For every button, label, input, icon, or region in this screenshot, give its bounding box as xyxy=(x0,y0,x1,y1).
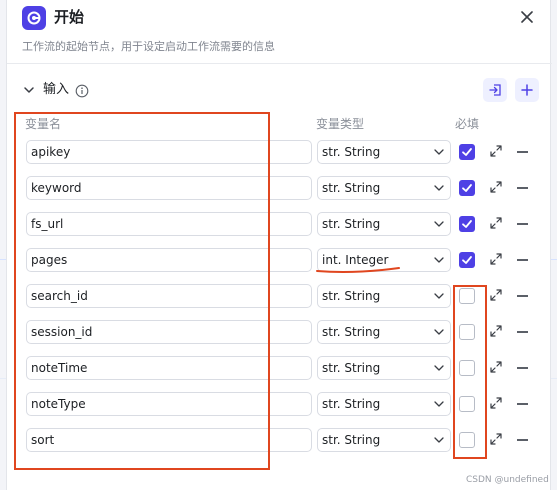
chevron-down-icon xyxy=(434,437,444,443)
annotation-underline xyxy=(316,267,400,273)
expand-icon[interactable] xyxy=(489,396,503,410)
import-variables-button[interactable] xyxy=(483,78,507,102)
remove-variable-button[interactable] xyxy=(517,331,528,333)
chevron-down-icon xyxy=(434,185,444,191)
required-checkbox[interactable] xyxy=(459,252,475,268)
watermark: CSDN @undefined xyxy=(466,475,549,485)
inputs-section-label: 输入 xyxy=(43,82,70,97)
expand-icon[interactable] xyxy=(489,144,503,158)
column-header-type: 变量类型 xyxy=(316,117,365,131)
expand-icon[interactable] xyxy=(489,288,503,302)
remove-variable-button[interactable] xyxy=(517,439,528,441)
import-icon xyxy=(489,84,501,96)
inputs-section-header: 输入 xyxy=(7,78,552,102)
variable-type-value: str. String xyxy=(322,361,381,375)
variable-type-value: str. String xyxy=(322,145,381,159)
expand-icon[interactable] xyxy=(489,360,503,374)
panel-description: 工作流的起始节点，用于设定启动工作流需要的信息 xyxy=(22,40,275,53)
chevron-down-icon xyxy=(434,293,444,299)
required-checkbox[interactable] xyxy=(459,216,475,232)
divider xyxy=(7,63,552,64)
expand-icon[interactable] xyxy=(489,252,503,266)
chevron-down-icon xyxy=(434,257,444,263)
chevron-down-icon xyxy=(434,221,444,227)
chevron-down-icon xyxy=(434,329,444,335)
annotation-box-required xyxy=(453,285,487,459)
remove-variable-button[interactable] xyxy=(517,259,528,261)
close-icon[interactable] xyxy=(517,7,537,27)
start-node-icon xyxy=(22,6,46,30)
checkmark-icon xyxy=(462,220,472,228)
variable-type-value: str. String xyxy=(322,397,381,411)
variable-type-select[interactable]: str. String xyxy=(317,176,451,200)
required-checkbox[interactable] xyxy=(459,144,475,160)
chevron-down-icon xyxy=(434,149,444,155)
remove-variable-button[interactable] xyxy=(517,151,528,153)
variable-type-select[interactable]: str. String xyxy=(317,392,451,416)
remove-variable-button[interactable] xyxy=(517,187,528,189)
variable-type-select[interactable]: str. String xyxy=(317,140,451,164)
expand-icon[interactable] xyxy=(489,432,503,446)
checkmark-icon xyxy=(462,256,472,264)
column-header-required: 必填 xyxy=(455,117,480,131)
variable-type-value: str. String xyxy=(322,289,381,303)
variable-type-value: str. String xyxy=(322,325,381,339)
plus-icon xyxy=(521,84,533,96)
variable-type-value: int. Integer xyxy=(322,253,389,267)
variable-type-select[interactable]: str. String xyxy=(317,356,451,380)
expand-icon[interactable] xyxy=(489,324,503,338)
chevron-down-icon[interactable] xyxy=(21,82,37,98)
expand-icon[interactable] xyxy=(489,180,503,194)
annotation-box-names xyxy=(14,112,270,470)
checkmark-icon xyxy=(462,184,472,192)
checkmark-icon xyxy=(462,148,472,156)
required-checkbox[interactable] xyxy=(459,180,475,196)
start-node-panel: 开始 工作流的起始节点，用于设定启动工作流需要的信息 输入 变量名 变量类型 必… xyxy=(6,0,552,490)
remove-variable-button[interactable] xyxy=(517,403,528,405)
variable-type-select[interactable]: str. String xyxy=(317,284,451,308)
chevron-down-icon xyxy=(434,401,444,407)
variable-type-select[interactable]: str. String xyxy=(317,428,451,452)
remove-variable-button[interactable] xyxy=(517,223,528,225)
chevron-down-icon xyxy=(434,365,444,371)
variable-type-value: str. String xyxy=(322,181,381,195)
variable-type-value: str. String xyxy=(322,433,381,447)
remove-variable-button[interactable] xyxy=(517,367,528,369)
variable-type-value: str. String xyxy=(322,217,381,231)
panel-header: 开始 xyxy=(7,0,552,36)
panel-title: 开始 xyxy=(54,8,85,26)
variable-type-select[interactable]: str. String xyxy=(317,320,451,344)
variable-type-select[interactable]: str. String xyxy=(317,212,451,236)
info-icon[interactable] xyxy=(75,83,89,98)
add-variable-button[interactable] xyxy=(515,78,539,102)
expand-icon[interactable] xyxy=(489,216,503,230)
remove-variable-button[interactable] xyxy=(517,295,528,297)
